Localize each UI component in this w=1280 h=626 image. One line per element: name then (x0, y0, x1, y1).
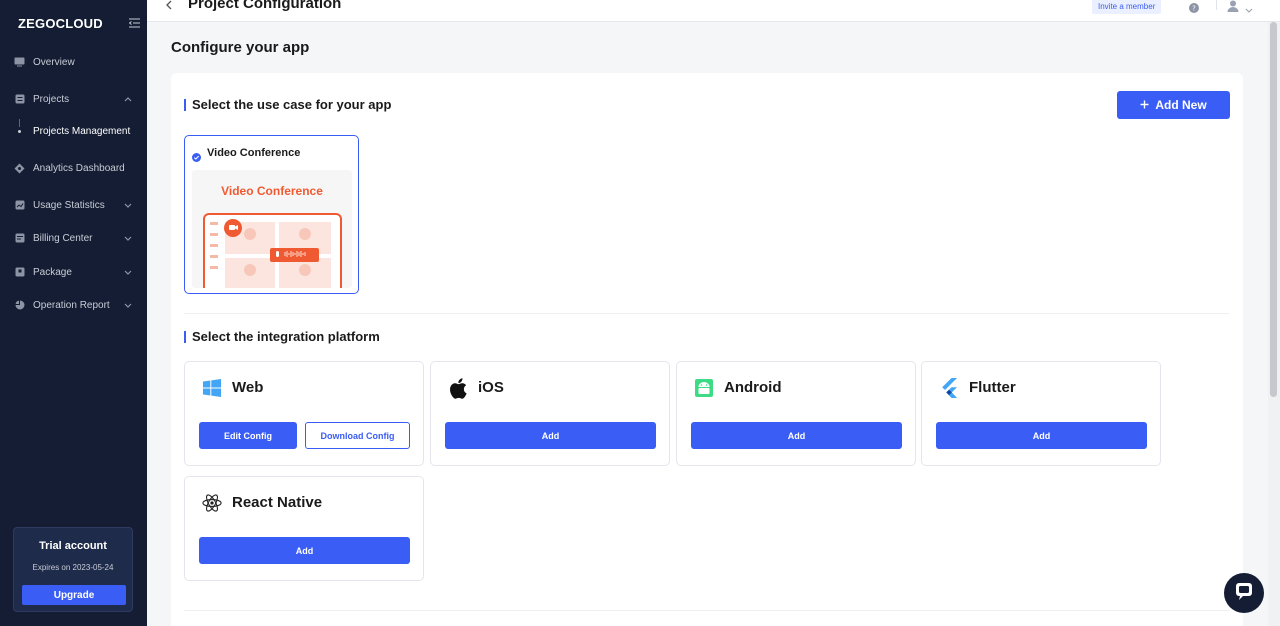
sidebar-item-label: Usage Statistics (33, 199, 105, 211)
add-flutter-button[interactable]: Add (936, 422, 1147, 449)
top-bar-divider (1216, 0, 1217, 10)
chat-support-button[interactable] (1224, 573, 1264, 613)
android-icon (694, 378, 714, 398)
sidebar-item-label: Billing Center (33, 232, 93, 244)
analytics-icon (14, 163, 25, 174)
sidebar-header: ZEGOCLOUD (18, 14, 140, 32)
sidebar-item-label: Analytics Dashboard (33, 162, 125, 174)
usecase-section-title: Select the use case for your app (184, 97, 391, 112)
add-android-button[interactable]: Add (691, 422, 902, 449)
windows-icon (202, 378, 222, 398)
package-icon (14, 267, 25, 278)
invite-member-button[interactable]: Invite a member (1092, 0, 1162, 14)
add-react-native-button[interactable]: Add (199, 537, 410, 564)
sidebar: ZEGOCLOUD Overview Projects Projects Man… (0, 0, 147, 626)
usecase-preview-image: Video Conference (192, 170, 352, 288)
sidebar-item-operation-report[interactable]: Operation Report (0, 294, 147, 316)
page-title: Project Configuration (188, 0, 342, 12)
section-accent-bar (184, 330, 186, 343)
platform-card-android: Android Add (676, 361, 916, 466)
platform-name: Flutter (969, 379, 1016, 396)
help-icon[interactable]: ? (1189, 0, 1199, 13)
edit-config-button[interactable]: Edit Config (199, 422, 297, 449)
main-heading: Configure your app (171, 39, 310, 56)
platform-name: Android (724, 379, 782, 396)
section-divider (184, 610, 1229, 611)
add-new-button[interactable]: Add New (1117, 91, 1230, 119)
usecase-card-video-conference[interactable]: Video Conference Video Conference (184, 135, 359, 294)
avatar[interactable] (1227, 0, 1239, 12)
billing-icon (14, 233, 25, 244)
sidebar-item-label: Overview (33, 56, 75, 68)
trial-expiry: Expires on 2023-05-24 (32, 563, 114, 572)
download-config-button[interactable]: Download Config (305, 422, 410, 449)
usecase-label: Video Conference (207, 147, 301, 159)
sidebar-item-billing-center[interactable]: Billing Center (0, 227, 147, 249)
chevron-down-icon (123, 234, 132, 243)
chevron-down-icon (123, 268, 132, 277)
platform-section-title: Select the integration platform (184, 329, 380, 344)
section-divider (184, 313, 1229, 314)
platform-name: iOS (478, 379, 504, 396)
chevron-down-icon[interactable] (1245, 0, 1253, 13)
platform-card-web: Web Edit Config Download Config (184, 361, 424, 466)
platform-name: Web (232, 379, 264, 396)
svg-text:?: ? (1192, 5, 1196, 13)
monitor-icon (14, 57, 25, 68)
sidebar-item-analytics-dashboard[interactable]: Analytics Dashboard (0, 157, 147, 179)
check-circle-icon (192, 149, 201, 162)
upgrade-button[interactable]: Upgrade (22, 585, 126, 605)
usage-icon (14, 200, 25, 211)
trial-title: Trial account (39, 540, 107, 552)
video-conference-illustration (203, 213, 342, 288)
platform-card-flutter: Flutter Add (921, 361, 1161, 466)
sidebar-subitem-label: Projects Management (33, 126, 131, 137)
logo: ZEGOCLOUD (18, 15, 103, 31)
chevron-down-icon (123, 301, 132, 310)
sidebar-item-overview[interactable]: Overview (0, 51, 147, 73)
platform-name: React Native (232, 494, 323, 511)
top-bar: Project Configuration Invite a member ? (147, 0, 1280, 22)
trial-account-panel: Trial account Expires on 2023-05-24 Upgr… (13, 527, 133, 612)
collapse-menu-icon[interactable] (128, 17, 140, 29)
scrollbar-thumb[interactable] (1270, 22, 1277, 397)
platform-section-label: Select the integration platform (192, 329, 380, 344)
sidebar-item-label: Operation Report (33, 299, 110, 311)
scrollbar[interactable] (1268, 22, 1280, 626)
flutter-icon (939, 378, 959, 398)
chevron-up-icon (123, 95, 132, 104)
apple-icon (448, 377, 468, 399)
sidebar-subitem-projects-management[interactable]: Projects Management (0, 119, 147, 141)
usecase-section-label: Select the use case for your app (192, 97, 392, 112)
tree-line (19, 119, 20, 127)
sidebar-item-label: Package (33, 266, 72, 278)
active-dot (18, 130, 21, 133)
back-arrow-icon[interactable] (164, 0, 174, 10)
add-new-label: Add New (1155, 98, 1207, 112)
react-icon (202, 493, 222, 513)
sidebar-item-projects[interactable]: Projects (0, 88, 147, 110)
plus-icon (1140, 98, 1149, 112)
projects-icon (14, 94, 25, 105)
chat-bubble-icon (1234, 581, 1254, 606)
section-accent-bar (184, 98, 186, 111)
platform-card-ios: iOS Add (430, 361, 670, 466)
sidebar-item-label: Projects (33, 93, 70, 105)
sidebar-item-usage-statistics[interactable]: Usage Statistics (0, 194, 147, 216)
chevron-down-icon (123, 201, 132, 210)
sidebar-item-package[interactable]: Package (0, 261, 147, 283)
add-ios-button[interactable]: Add (445, 422, 656, 449)
pie-chart-icon (14, 300, 25, 311)
platform-card-react-native: React Native Add (184, 476, 424, 581)
